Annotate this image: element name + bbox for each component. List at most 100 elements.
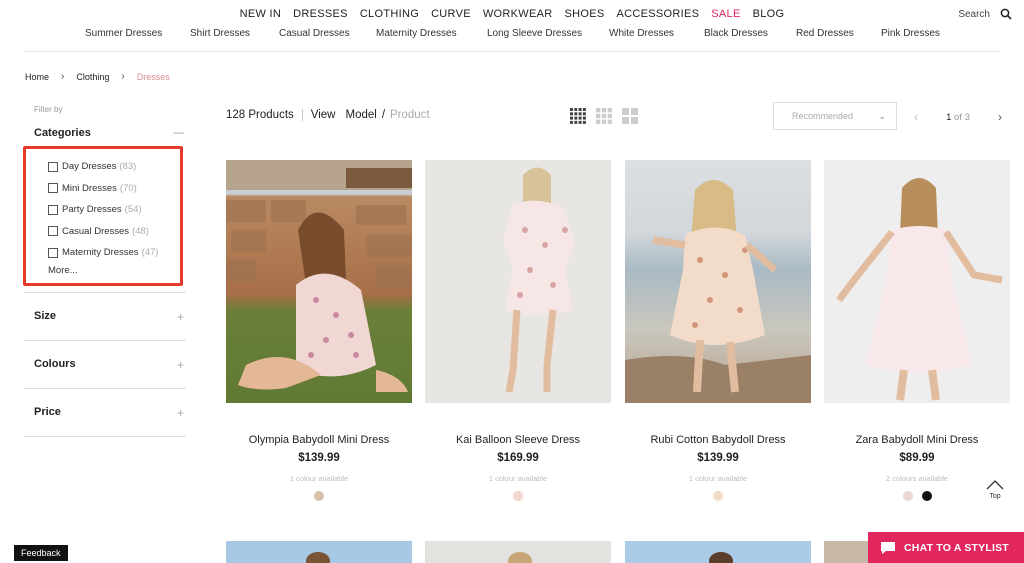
category-party-dresses[interactable]: Party Dresses (54)	[48, 199, 158, 221]
chevron-right-icon: ›	[61, 71, 65, 82]
checkbox[interactable]	[48, 161, 58, 172]
chevron-down-icon[interactable]: ⌄	[878, 111, 886, 122]
checkbox[interactable]	[48, 183, 58, 194]
chat-to-stylist-button[interactable]: CHAT TO A STYLIST	[868, 532, 1024, 563]
subnav-maternity-dresses[interactable]: Maternity Dresses	[376, 28, 487, 39]
facet-colours-label[interactable]: Colours	[34, 358, 76, 372]
colour-swatches	[425, 491, 611, 501]
product-name[interactable]: Kai Balloon Sleeve Dress	[425, 434, 611, 446]
sort-dropdown[interactable]: Recommended ⌄	[773, 102, 897, 130]
colour-swatch[interactable]	[921, 491, 932, 501]
colour-swatch[interactable]	[902, 491, 913, 501]
grid-4-icon[interactable]	[570, 108, 586, 124]
subnav-red-dresses[interactable]: Red Dresses	[796, 28, 881, 39]
subnav-shirt-dresses[interactable]: Shirt Dresses	[190, 28, 279, 39]
search-icon[interactable]	[1000, 8, 1012, 20]
results-toolbar: 128 Products View Model / Product	[226, 109, 430, 121]
filter-by-label: Filter by	[34, 105, 63, 114]
category-label[interactable]: Maternity Dresses	[62, 247, 139, 258]
view-model-toggle[interactable]: Model	[345, 109, 376, 121]
facet-price-label[interactable]: Price	[34, 406, 61, 420]
product-image[interactable]	[625, 541, 811, 563]
checkbox[interactable]	[48, 247, 58, 258]
product-image[interactable]	[226, 541, 412, 563]
subnav-pink-dresses[interactable]: Pink Dresses	[881, 28, 961, 39]
nav-dresses[interactable]: DRESSES	[293, 8, 348, 20]
product-image[interactable]	[824, 160, 1010, 403]
nav-workwear[interactable]: WORKWEAR	[483, 8, 553, 20]
feedback-button[interactable]: Feedback	[14, 545, 68, 561]
product-price: $139.99	[697, 452, 739, 464]
category-label[interactable]: Casual Dresses	[62, 226, 129, 237]
product-name[interactable]: Zara Babydoll Mini Dress	[824, 434, 1010, 446]
nav-sale[interactable]: SALE	[711, 8, 740, 20]
category-casual-dresses[interactable]: Casual Dresses (48)	[48, 221, 158, 243]
grid-3-icon[interactable]	[596, 108, 612, 124]
plus-icon[interactable]: +	[177, 310, 184, 324]
category-label[interactable]: Mini Dresses	[62, 183, 117, 194]
chevron-right-icon[interactable]: ›	[998, 110, 1002, 124]
checkbox[interactable]	[48, 204, 58, 215]
search-label[interactable]: Search	[958, 9, 990, 20]
collapse-icon[interactable]: —	[173, 127, 184, 139]
nav-accessories[interactable]: ACCESSORIES	[617, 8, 700, 20]
product-card[interactable]: Olympia Babydoll Mini Dress $139.99 1 co…	[226, 160, 412, 501]
more-categories-link[interactable]: More...	[48, 265, 158, 276]
chevron-up-icon[interactable]	[986, 480, 1004, 490]
nav-blog[interactable]: BLOG	[753, 8, 785, 20]
pagination: ‹ 1 of 3 ›	[914, 110, 1002, 124]
category-maternity-dresses[interactable]: Maternity Dresses (47)	[48, 242, 158, 264]
categories-title[interactable]: Categories	[34, 127, 91, 139]
category-day-dresses[interactable]: Day Dresses (83)	[48, 156, 158, 178]
nav-curve[interactable]: CURVE	[431, 8, 471, 20]
chat-label[interactable]: CHAT TO A STYLIST	[904, 542, 1009, 554]
separator	[301, 109, 303, 121]
plus-icon[interactable]: +	[177, 406, 184, 420]
product-image[interactable]	[425, 160, 611, 403]
slash: /	[381, 109, 386, 121]
model-photo	[709, 552, 733, 563]
nav-shoes[interactable]: SHOES	[565, 8, 605, 20]
facet-size[interactable]: Size +	[34, 310, 184, 324]
grid-2-icon[interactable]	[622, 108, 638, 124]
category-mini-dresses[interactable]: Mini Dresses (70)	[48, 178, 158, 200]
colour-swatch[interactable]	[513, 491, 523, 501]
subnav-summer-dresses[interactable]: Summer Dresses	[85, 28, 190, 39]
nav-new-in[interactable]: NEW IN	[240, 8, 282, 20]
category-label[interactable]: Day Dresses	[62, 161, 116, 172]
facet-price[interactable]: Price +	[34, 406, 184, 420]
subnav-long-sleeve-dresses[interactable]: Long Sleeve Dresses	[487, 28, 609, 39]
search[interactable]: Search	[958, 8, 1012, 20]
product-card[interactable]: Rubi Cotton Babydoll Dress $139.99 1 col…	[625, 160, 811, 501]
subnav-black-dresses[interactable]: Black Dresses	[704, 28, 796, 39]
subnav-casual-dresses[interactable]: Casual Dresses	[279, 28, 376, 39]
product-name[interactable]: Rubi Cotton Babydoll Dress	[625, 434, 811, 446]
plus-icon[interactable]: +	[177, 358, 184, 372]
product-image[interactable]	[226, 160, 412, 403]
top-label[interactable]: Top	[989, 493, 1000, 500]
facet-colours[interactable]: Colours +	[34, 358, 184, 372]
nav-clothing[interactable]: CLOTHING	[360, 8, 419, 20]
product-card[interactable]: Zara Babydoll Mini Dress $89.99 2 colour…	[824, 160, 1010, 501]
category-label[interactable]: Party Dresses	[62, 204, 122, 215]
facet-size-label[interactable]: Size	[34, 310, 56, 324]
back-to-top[interactable]: Top	[984, 480, 1006, 500]
categories-header[interactable]: Categories —	[34, 127, 184, 139]
nav-divider	[24, 51, 1000, 52]
model-photo	[306, 552, 330, 563]
breadcrumb-clothing[interactable]: Clothing	[76, 72, 109, 82]
chevron-left-icon[interactable]: ‹	[914, 110, 918, 124]
colour-swatch[interactable]	[713, 491, 723, 501]
colour-swatches	[226, 491, 412, 501]
colour-swatches	[625, 491, 811, 501]
product-image[interactable]	[425, 541, 611, 563]
colour-swatch[interactable]	[314, 491, 324, 501]
product-card[interactable]: Kai Balloon Sleeve Dress $169.99 1 colou…	[425, 160, 611, 501]
breadcrumb-home[interactable]: Home	[25, 72, 49, 82]
product-name[interactable]: Olympia Babydoll Mini Dress	[226, 434, 412, 446]
sort-selected-value[interactable]: Recommended	[792, 111, 853, 121]
subnav-white-dresses[interactable]: White Dresses	[609, 28, 704, 39]
view-product-toggle[interactable]: Product	[390, 109, 430, 121]
checkbox[interactable]	[48, 226, 58, 237]
product-image[interactable]	[625, 160, 811, 403]
